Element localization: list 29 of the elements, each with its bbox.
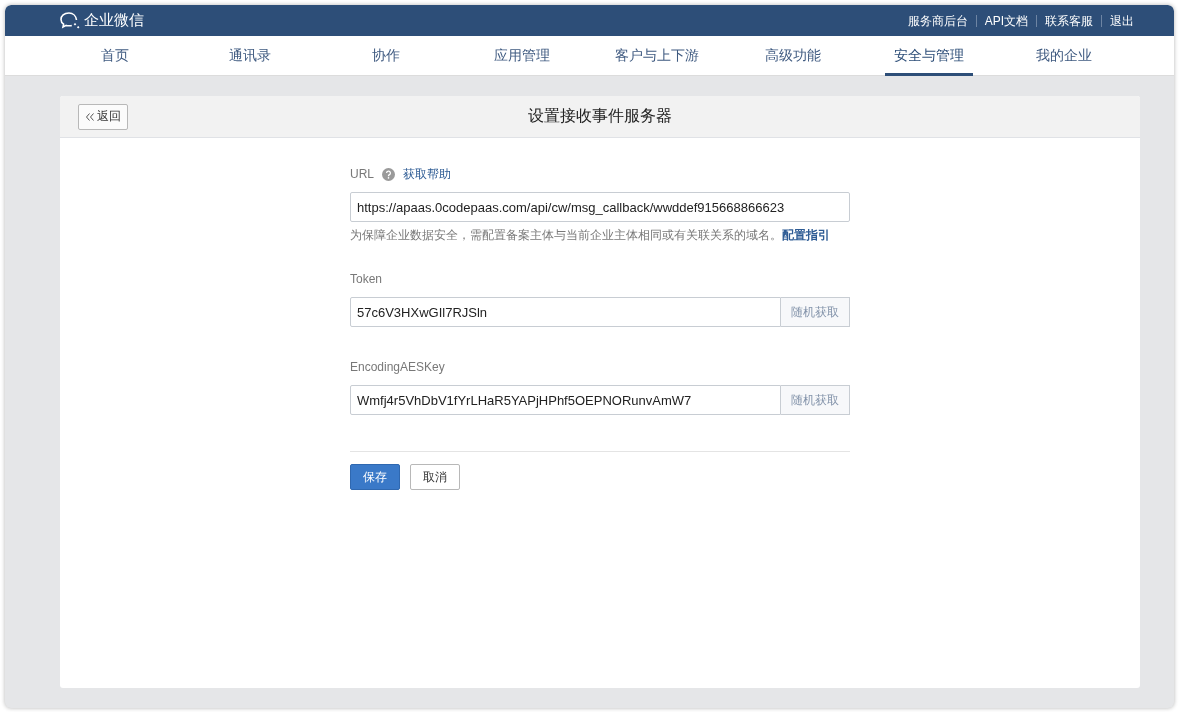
hint-text: 为保障企业数据安全，需配置备案主体与当前企业主体相同或有关联关系的域名。配置指引 <box>350 227 831 244</box>
brand-name: 企业微信 <box>84 11 144 30</box>
save-button[interactable]: 保存 <box>350 464 400 490</box>
nav-tab[interactable]: 首页 <box>91 36 138 76</box>
page-title: 设置接收事件服务器 <box>528 107 672 124</box>
nav-tab[interactable]: 应用管理 <box>484 36 559 76</box>
guide-link[interactable]: 配置指引 <box>782 228 830 242</box>
chat-bubble-icon <box>59 10 81 31</box>
cancel-button[interactable]: 取消 <box>410 464 460 490</box>
nav-tab[interactable]: 通讯录 <box>220 36 281 76</box>
nav-tab[interactable]: 高级功能 <box>755 36 830 76</box>
header-link[interactable]: 退出 <box>1101 14 1142 27</box>
back-button[interactable]: 返回 <box>78 103 128 130</box>
field-label: EncodingAESKey <box>350 360 445 374</box>
nav-tab[interactable]: 客户与上下游 <box>606 36 709 76</box>
text-field[interactable]: Wmfj4r5VhDbV1fYrLHaR5YAPjHPhf5OEPNORunvAmW7 <box>350 385 781 415</box>
field-label: URL <box>350 167 374 181</box>
text-field[interactable]: 57c6V3HXwGIl7RJSln <box>350 297 781 327</box>
nav-tab[interactable]: 我的企业 <box>1027 36 1102 76</box>
field-label: Token <box>350 272 383 286</box>
text-field[interactable]: https://apaas.0codepaas.com/api/cw/msg_callback/wwddef915668866623 <box>350 192 850 222</box>
help-link[interactable]: 获取帮助 <box>403 165 451 183</box>
header-link[interactable]: API文档 <box>975 14 1036 27</box>
nav-tab[interactable]: 安全与管理 <box>884 36 973 76</box>
nav-tab[interactable]: 协作 <box>363 36 410 76</box>
double-chevron-icon <box>85 111 95 122</box>
header-link[interactable]: 服务商后台 <box>899 14 976 27</box>
help-icon[interactable] <box>382 167 395 181</box>
header-link[interactable]: 联系客服 <box>1036 14 1101 27</box>
